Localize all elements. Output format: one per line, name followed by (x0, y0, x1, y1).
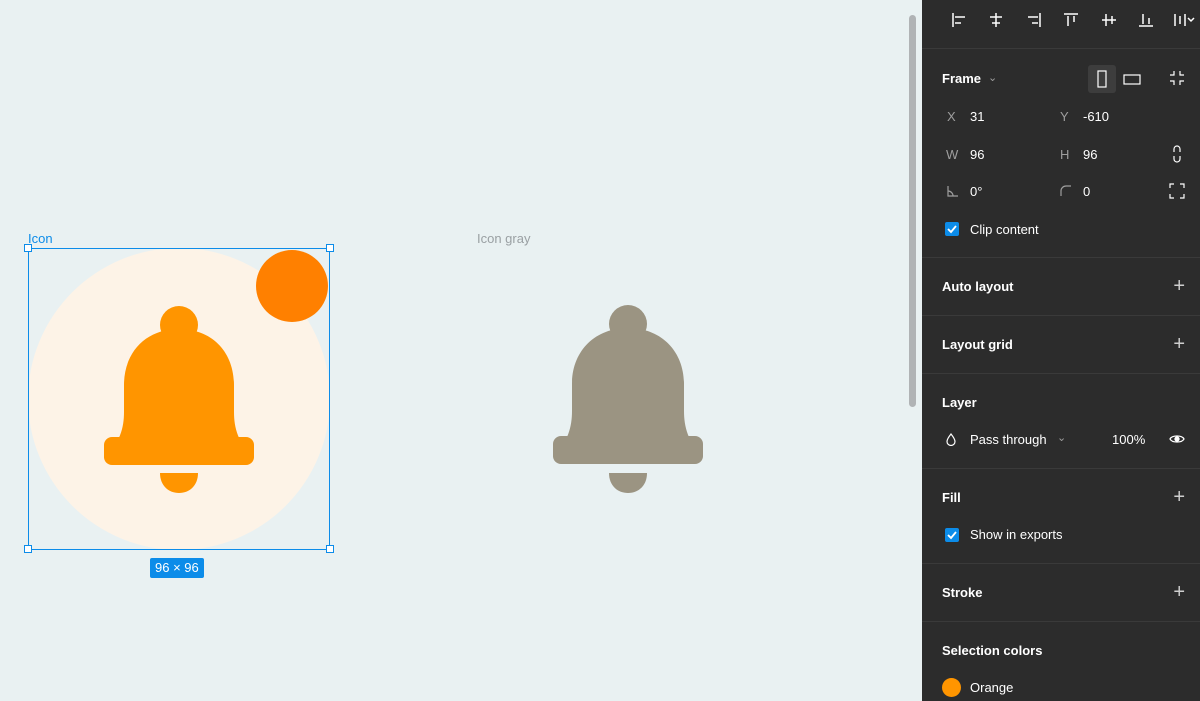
add-layout-grid-plus-icon[interactable]: + (1173, 334, 1185, 354)
show-in-exports-label[interactable]: Show in exports (970, 527, 1063, 542)
color-name[interactable]: Orange (970, 680, 1013, 695)
alignment-toolbar (940, 8, 1200, 32)
resize-handle-top-right[interactable] (326, 244, 334, 252)
y-input[interactable]: -610 (1083, 109, 1109, 124)
resize-handle-top-left[interactable] (24, 244, 32, 252)
opacity-input[interactable]: 100% (1112, 432, 1145, 447)
auto-layout-section: Auto layout + (922, 257, 1200, 315)
align-bottom-icon[interactable] (1128, 8, 1166, 32)
fill-title: Fill (942, 490, 961, 505)
clip-content-label[interactable]: Clip content (970, 222, 1039, 237)
bell-gray-icon[interactable] (551, 303, 705, 495)
w-label: W (946, 147, 959, 162)
align-top-icon[interactable] (1053, 8, 1091, 32)
selection-colors-section: Selection colors Orange (922, 621, 1200, 701)
properties-panel: Frame ⌄ X 31 Y -610 W 96 H 96 0° 0 Clip … (922, 0, 1200, 701)
align-right-icon[interactable] (1015, 8, 1053, 32)
color-swatch[interactable] (942, 678, 961, 697)
icon-frame[interactable] (28, 248, 330, 550)
checkmark-icon (947, 225, 957, 234)
h-label: H (1060, 147, 1070, 162)
stroke-title: Stroke (942, 585, 983, 600)
corner-radius-input[interactable]: 0 (1083, 184, 1090, 199)
align-left-icon[interactable] (940, 8, 978, 32)
rotation-icon (947, 185, 959, 200)
constrain-proportions-icon[interactable] (1171, 145, 1183, 166)
layer-section: Layer Pass through ⌄ 100% (922, 373, 1200, 468)
add-stroke-plus-icon[interactable]: + (1173, 582, 1185, 602)
chevron-down-icon[interactable]: ⌄ (988, 71, 997, 84)
auto-layout-title: Auto layout (942, 279, 1014, 294)
stroke-section: Stroke + (922, 563, 1200, 621)
align-horizontal-center-icon[interactable] (978, 8, 1016, 32)
frame-title[interactable]: Frame (942, 71, 981, 86)
size-badge: 96 × 96 (150, 558, 204, 578)
add-fill-plus-icon[interactable]: + (1173, 487, 1185, 507)
landscape-orientation-button[interactable] (1118, 65, 1146, 93)
frame-section: Frame ⌄ X 31 Y -610 W 96 H 96 0° 0 Clip … (922, 48, 1200, 257)
resize-to-fit-icon[interactable] (1168, 69, 1186, 90)
resize-handle-bottom-left[interactable] (24, 545, 32, 553)
align-vertical-center-icon[interactable] (1090, 8, 1128, 32)
design-canvas[interactable]: Icon Icon gray 96 × 96 (0, 0, 922, 701)
selection-colors-title: Selection colors (942, 643, 1043, 658)
bell-notification-icon (28, 248, 330, 550)
rotation-input[interactable]: 0° (970, 184, 982, 199)
notification-dot (256, 250, 328, 322)
landscape-icon (1123, 74, 1141, 85)
vertical-scrollbar[interactable] (909, 15, 916, 407)
blend-mode-icon (946, 433, 956, 449)
distribute-icon[interactable] (1165, 8, 1200, 32)
add-auto-layout-plus-icon[interactable]: + (1173, 276, 1185, 296)
frame-label-icon-gray[interactable]: Icon gray (477, 231, 530, 246)
clip-content-checkbox[interactable] (945, 222, 959, 236)
portrait-orientation-button[interactable] (1088, 65, 1116, 93)
checkmark-icon (947, 531, 957, 540)
x-label: X (947, 109, 956, 124)
y-label: Y (1060, 109, 1069, 124)
layout-grid-section: Layout grid + (922, 315, 1200, 373)
eye-icon[interactable] (1169, 433, 1185, 448)
fill-section: Fill + Show in exports (922, 468, 1200, 563)
portrait-icon (1097, 70, 1107, 88)
chevron-down-icon[interactable]: ⌄ (1057, 431, 1066, 444)
width-input[interactable]: 96 (970, 147, 984, 162)
layout-grid-title: Layout grid (942, 337, 1013, 352)
show-in-exports-checkbox[interactable] (945, 528, 959, 542)
resize-handle-bottom-right[interactable] (326, 545, 334, 553)
independent-corners-icon[interactable] (1169, 183, 1185, 202)
height-input[interactable]: 96 (1083, 147, 1097, 162)
corner-radius-icon (1060, 185, 1072, 200)
x-input[interactable]: 31 (970, 109, 984, 124)
layer-title: Layer (942, 395, 977, 410)
blend-mode-select[interactable]: Pass through (970, 432, 1047, 447)
